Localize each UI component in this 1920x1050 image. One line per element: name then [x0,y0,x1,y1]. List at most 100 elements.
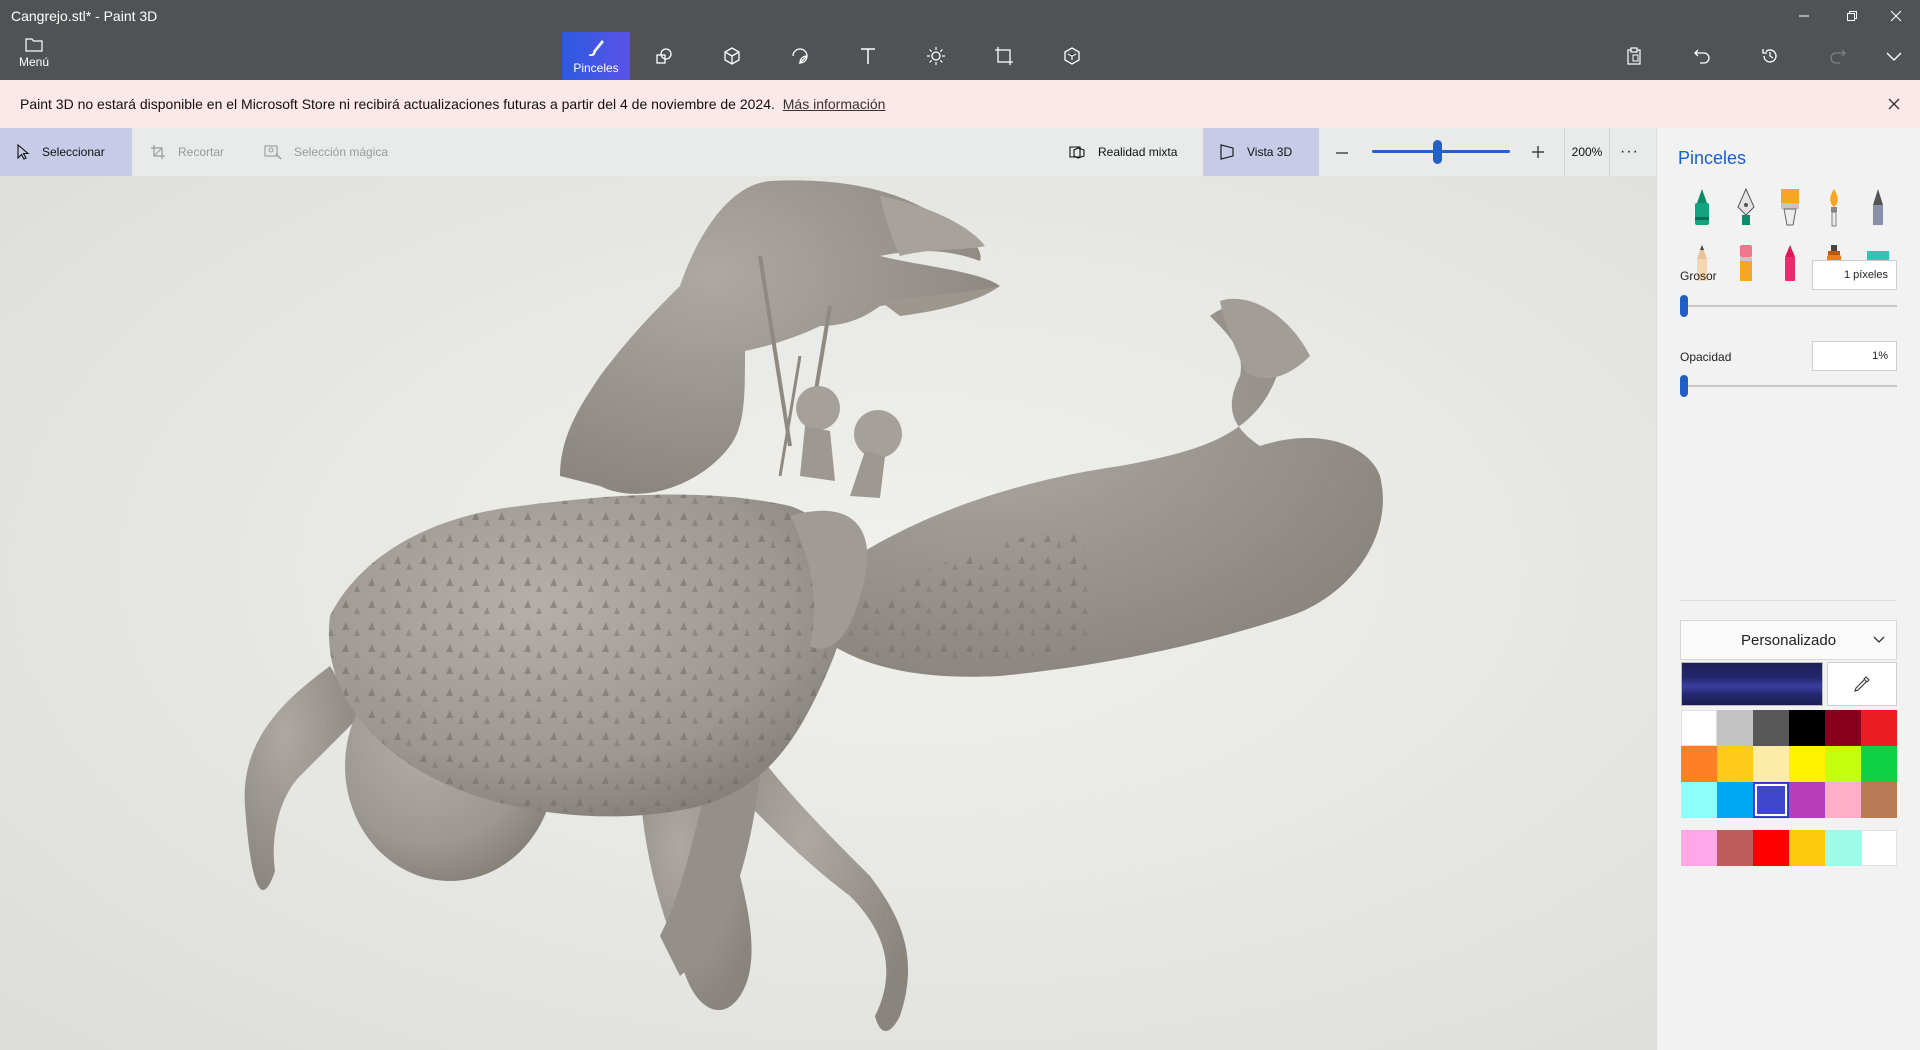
tool-3d-shapes[interactable] [698,32,766,80]
select-label: Seleccionar [42,145,105,159]
minus-icon [1336,152,1348,154]
watercolor-brush[interactable] [1817,184,1851,230]
tool-text[interactable] [834,32,902,80]
notification-close-button[interactable] [1882,92,1906,116]
opacity-slider-thumb[interactable] [1680,375,1688,397]
magic-select-button[interactable]: Selección mágica [248,128,404,176]
finish-dropdown[interactable]: Personalizado [1680,620,1897,660]
color-swatch[interactable] [1861,710,1897,746]
color-swatch[interactable] [1825,746,1861,782]
plus-icon [1532,146,1544,158]
calligraphy-pen-brush[interactable] [1729,184,1763,230]
eyedropper-button[interactable] [1827,662,1897,706]
tool-canvas[interactable] [970,32,1038,80]
mixed-reality-icon [1069,146,1085,159]
text-icon [861,48,875,64]
canvas-3d[interactable] [0,176,1656,1050]
expand-toolbar-button[interactable] [1878,40,1910,72]
color-swatch[interactable] [1717,710,1753,746]
crayon-icon [1785,245,1795,281]
close-window-button[interactable] [1872,0,1920,32]
custom-color-swatch[interactable] [1681,830,1717,866]
brushes-panel: Pinceles Grosor 1 píxeles Opacidad 1% Pe… [1656,128,1920,1050]
marker-brush[interactable] [1685,184,1719,230]
thickness-input[interactable]: 1 píxeles [1812,260,1897,290]
chevron-down-icon [1873,636,1885,643]
menu-button[interactable]: Menú [10,36,58,76]
paste-button[interactable] [1618,40,1650,72]
minimize-button[interactable] [1780,0,1828,32]
color-swatch[interactable] [1753,710,1789,746]
pixel-pen-brush[interactable] [1861,184,1895,230]
eraser-icon [1740,245,1752,281]
chevron-down-icon [1886,52,1902,61]
color-swatch[interactable] [1681,782,1717,818]
effects-icon [927,47,945,65]
mixed-reality-label: Realidad mixta [1098,145,1178,159]
color-swatch[interactable] [1825,710,1861,746]
color-swatch[interactable] [1753,746,1789,782]
crop-icon [151,145,165,159]
color-swatch[interactable] [1825,782,1861,818]
thickness-label: Grosor [1680,269,1717,283]
close-icon [1888,98,1900,110]
restore-button[interactable] [1828,0,1876,32]
tool-2d-shapes[interactable] [630,32,698,80]
history-icon [1762,49,1777,63]
redo-button[interactable] [1822,40,1854,72]
custom-color-swatch[interactable] [1825,830,1861,866]
color-swatch[interactable] [1681,710,1717,746]
undo-button[interactable] [1686,40,1718,72]
color-swatch[interactable] [1861,746,1897,782]
view-3d-toggle[interactable]: Vista 3D [1203,128,1319,176]
current-color-swatch[interactable] [1681,662,1823,706]
watercolor-icon [1830,189,1838,227]
select-button[interactable]: Seleccionar [0,128,132,176]
notification-bar: Paint 3D no estará disponible en el Micr… [0,80,1920,128]
zoom-in-button[interactable] [1530,144,1546,163]
opacity-input[interactable]: 1% [1812,341,1897,371]
thickness-slider-thumb[interactable] [1680,295,1688,317]
menu-label: Menú [18,55,50,69]
magic-select-icon [264,145,282,160]
color-swatch[interactable] [1789,782,1825,818]
zoom-level[interactable]: 200% [1564,128,1610,176]
color-swatch[interactable] [1717,782,1753,818]
zoom-out-button[interactable] [1334,145,1350,164]
more-info-link[interactable]: Más información [783,96,886,112]
tool-stickers[interactable] [766,32,834,80]
pixel-pen-icon [1873,189,1883,225]
color-swatch[interactable] [1789,710,1825,746]
custom-color-swatch[interactable] [1789,830,1825,866]
finish-dropdown-value: Personalizado [1740,631,1837,649]
paste-icon [1627,47,1641,65]
tool-brushes[interactable]: Pinceles [562,32,630,80]
color-swatch[interactable] [1717,746,1753,782]
crop-button[interactable]: Recortar [134,128,240,176]
eraser-brush[interactable] [1729,240,1763,286]
crab-model[interactable] [0,176,1656,1050]
opacity-slider[interactable] [1680,385,1897,387]
history-button[interactable] [1754,40,1786,72]
redo-icon [1830,49,1846,64]
mixed-reality-button[interactable]: Realidad mixta [1052,128,1193,176]
notification-text: Paint 3D no estará disponible en el Micr… [20,96,775,112]
custom-color-swatch[interactable] [1753,830,1789,866]
oil-brush[interactable] [1773,184,1807,230]
tool-effects[interactable] [902,32,970,80]
brushes-icon [588,39,604,56]
opacity-label: Opacidad [1680,350,1732,364]
tool-brushes-label: Pinceles [573,60,619,75]
custom-color-swatch[interactable] [1861,830,1897,866]
zoom-slider-thumb[interactable] [1433,140,1443,164]
more-options-button[interactable]: ··· [1620,143,1639,161]
color-swatch[interactable] [1861,782,1897,818]
tool-3d-library[interactable] [1038,32,1106,80]
color-swatch[interactable] [1753,782,1789,818]
color-swatch[interactable] [1681,746,1717,782]
color-swatch[interactable] [1789,746,1825,782]
custom-color-swatch[interactable] [1717,830,1753,866]
window-title: Cangrejo.stl* - Paint 3D [11,8,158,24]
crayon-brush[interactable] [1773,240,1807,286]
thickness-slider[interactable] [1680,305,1897,307]
